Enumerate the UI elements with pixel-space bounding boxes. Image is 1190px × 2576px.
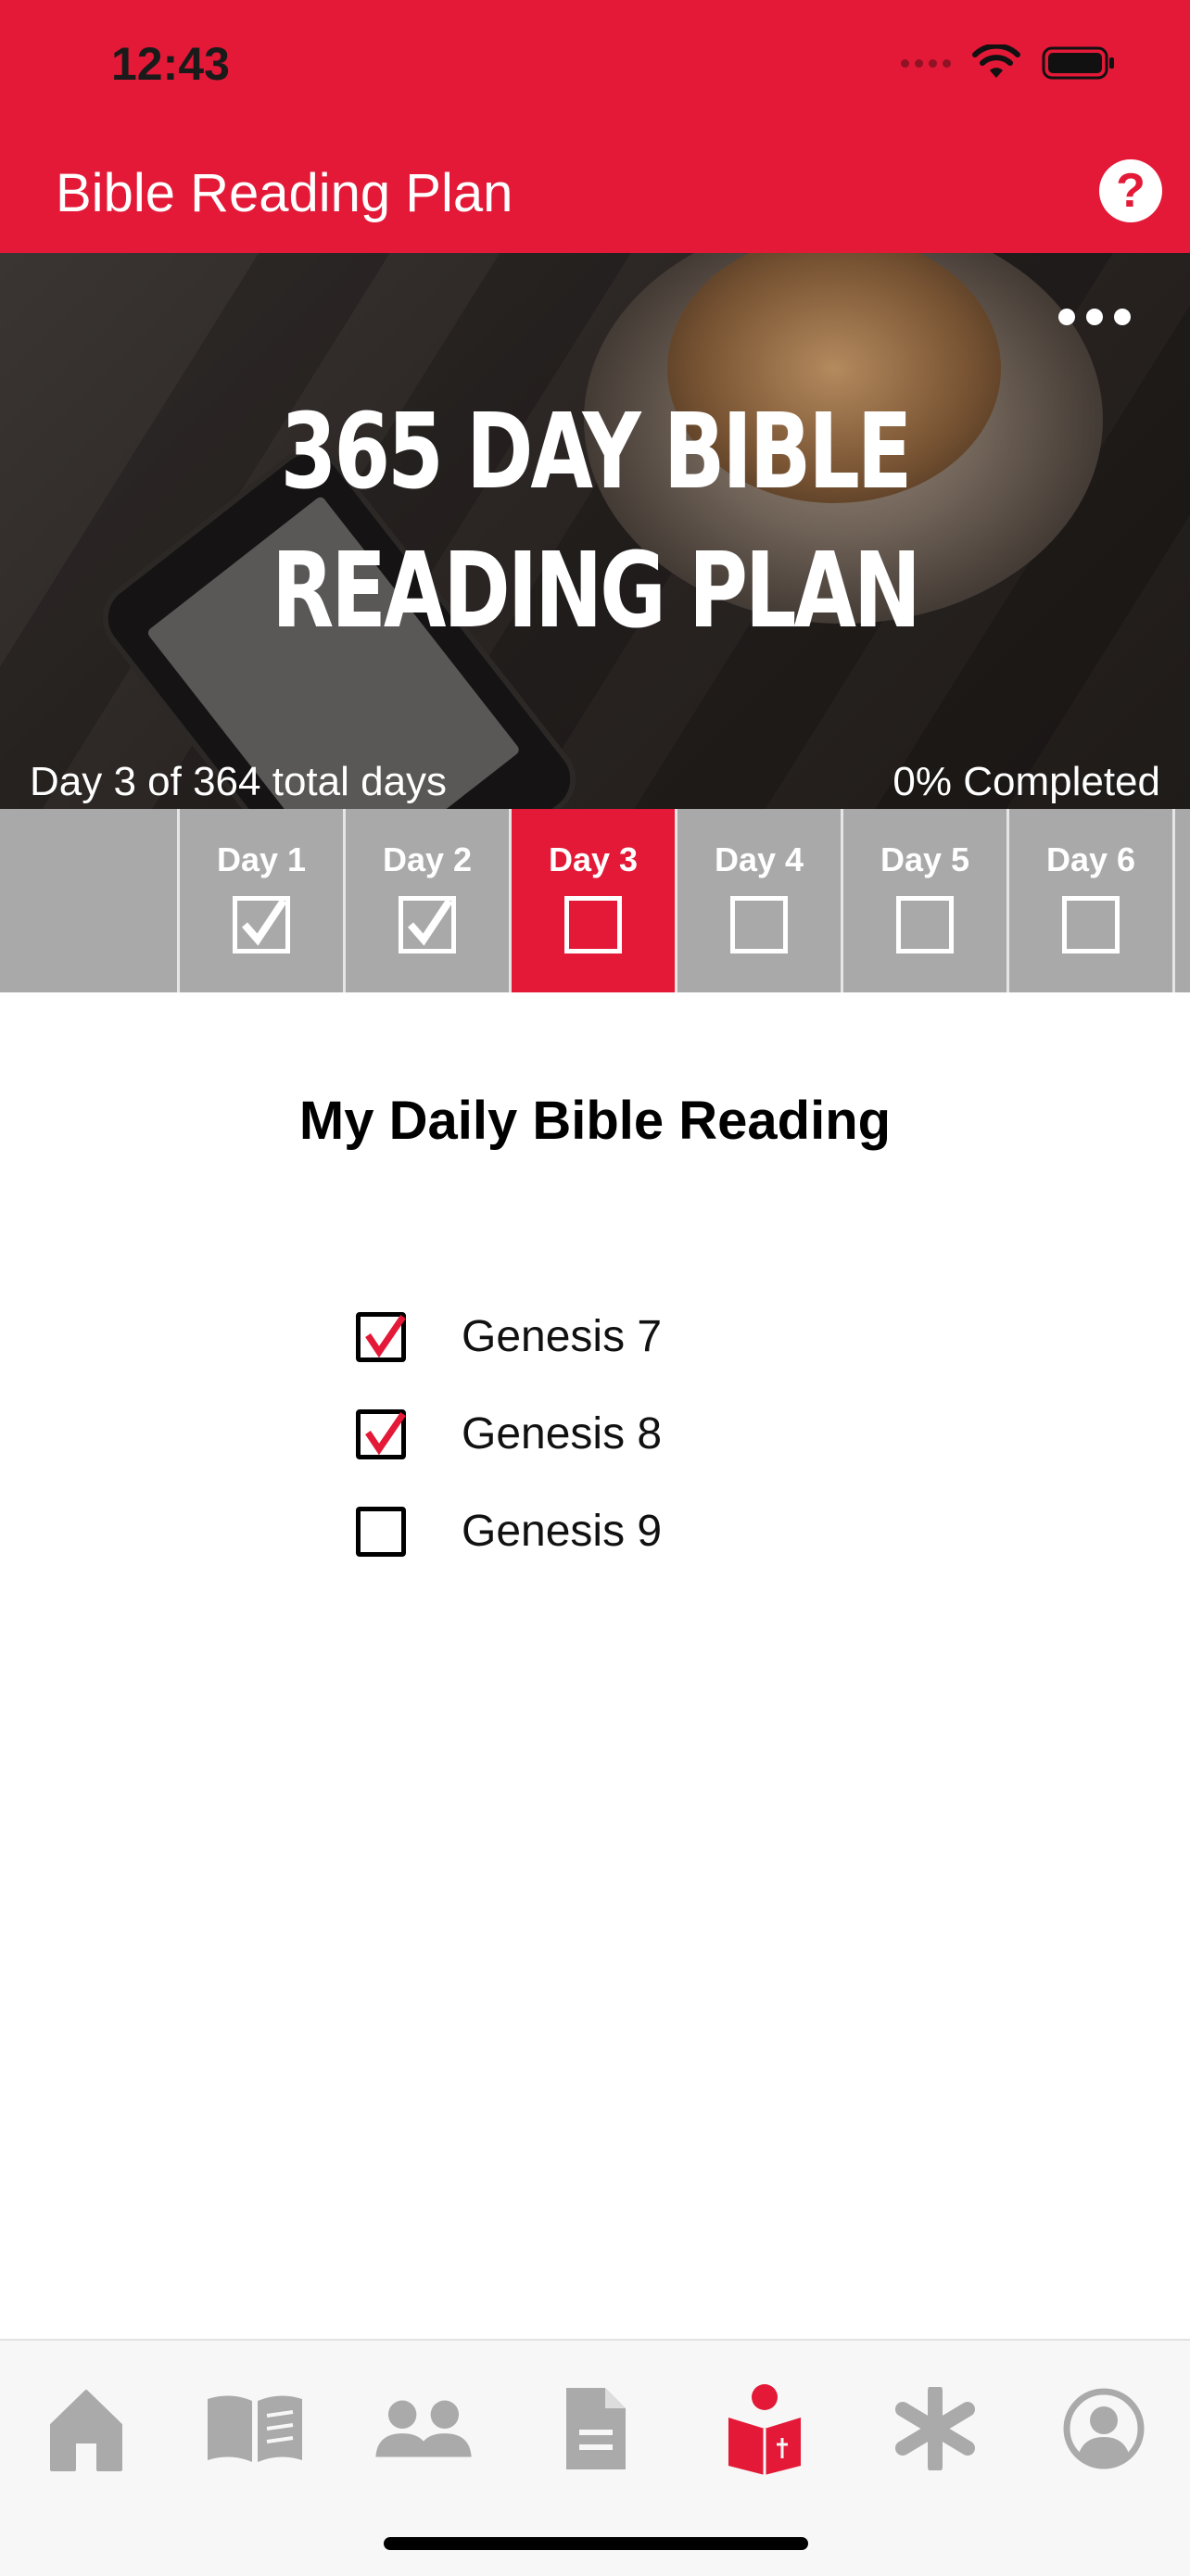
day-tab-partial[interactable] <box>1172 809 1190 992</box>
day-checkbox <box>233 896 290 953</box>
day-selector[interactable]: Day 1 Day 2 Day 3 Day 4 Day 5 Day 6 <box>0 809 1190 992</box>
help-button[interactable]: ? <box>1099 159 1162 222</box>
reading-label[interactable]: Genesis 8 <box>462 1408 662 1459</box>
section-heading: My Daily Bible Reading <box>298 1091 892 1151</box>
wifi-icon <box>972 44 1020 78</box>
people-icon <box>375 2400 472 2457</box>
reading-item[interactable]: Genesis 8 <box>356 1385 662 1483</box>
percent-completed: 0% Completed <box>892 759 1160 804</box>
day-tab[interactable]: Day 1 <box>177 809 343 992</box>
status-time: 12:43 <box>111 38 230 90</box>
battery-icon <box>1042 46 1114 80</box>
document-icon <box>566 2388 626 2469</box>
checkmark-icon <box>365 1411 406 1455</box>
day-checkbox <box>896 896 954 953</box>
day-tab[interactable]: Day 2 <box>343 809 509 992</box>
day-label: Day 4 <box>714 840 804 878</box>
reading-label[interactable]: Genesis 7 <box>462 1311 662 1362</box>
day-checkbox <box>1062 896 1120 953</box>
home-icon <box>50 2390 122 2471</box>
day-checkbox <box>730 896 788 953</box>
status-icons <box>901 44 1116 82</box>
day-label: Day 6 <box>1045 840 1136 878</box>
tab-bible[interactable] <box>204 2378 306 2480</box>
day-label: Day 5 <box>880 840 970 878</box>
reading-label[interactable]: Genesis 9 <box>462 1506 662 1557</box>
reading-list: Genesis 7 Genesis 8 Genesis 9 <box>356 1288 662 1580</box>
user-circle-icon <box>1063 2388 1145 2469</box>
tab-community[interactable] <box>373 2378 475 2480</box>
reading-checkbox[interactable] <box>356 1311 406 1362</box>
reading-item[interactable]: Genesis 7 <box>356 1288 662 1385</box>
day-checkbox <box>564 896 622 953</box>
plan-title: 365 DAY BIBLE READING PLAN <box>272 392 921 651</box>
day-label: Day 1 <box>216 840 307 878</box>
reading-item[interactable]: Genesis 9 <box>356 1483 662 1580</box>
day-tab[interactable]: Day 6 <box>1006 809 1172 992</box>
home-indicator[interactable] <box>384 2537 808 2550</box>
asterisk-icon <box>895 2387 975 2470</box>
day-label: Day 2 <box>382 840 473 878</box>
reader-icon <box>728 2384 801 2475</box>
question-circle-icon: ? <box>1116 164 1146 218</box>
day-tab[interactable]: Day 5 <box>841 809 1006 992</box>
header-bar: 12:43 Bible Reading Plan ? <box>0 0 1190 253</box>
day-tab[interactable]: Day 4 <box>675 809 841 992</box>
more-dots-icon[interactable] <box>1058 309 1131 325</box>
day-tab-active[interactable]: Day 3 <box>509 809 675 992</box>
tab-reading-plan[interactable] <box>714 2378 816 2480</box>
open-book-icon <box>208 2395 302 2462</box>
reading-checkbox[interactable] <box>356 1506 406 1557</box>
checkmark-icon <box>407 898 453 946</box>
signal-icon <box>901 58 951 68</box>
page-title: Bible Reading Plan <box>56 163 513 223</box>
tab-notes[interactable] <box>545 2378 647 2480</box>
day-checkbox <box>399 896 456 953</box>
tab-profile[interactable] <box>1053 2378 1155 2480</box>
day-label: Day 3 <box>548 840 639 878</box>
day-progress: Day 3 of 364 total days <box>30 759 448 804</box>
reading-checkbox[interactable] <box>356 1408 406 1459</box>
plan-hero-banner: 365 DAY BIBLE READING PLAN Day 3 of 364 … <box>0 253 1190 809</box>
tab-home[interactable] <box>35 2378 137 2480</box>
tab-more[interactable] <box>884 2378 986 2480</box>
checkmark-icon <box>365 1314 406 1357</box>
checkmark-icon <box>241 898 287 946</box>
